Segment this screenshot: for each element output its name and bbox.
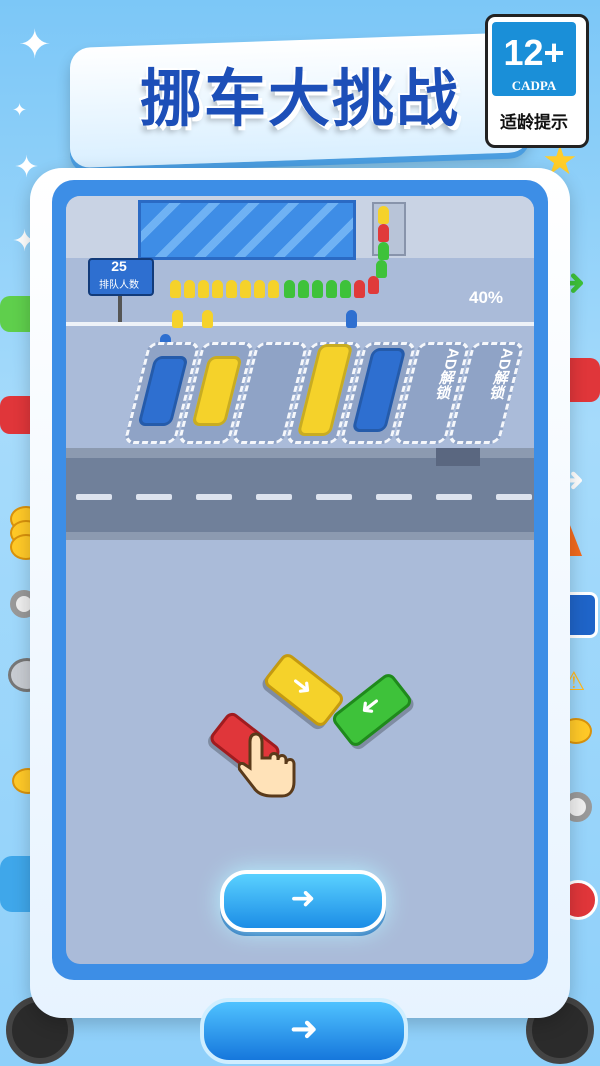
curb-line — [66, 322, 534, 326]
passenger — [198, 280, 209, 298]
pointing-hand-icon — [237, 730, 298, 800]
lane-dash — [376, 494, 412, 500]
lane-dash — [316, 494, 352, 500]
game-title: 挪车大挑战 — [139, 62, 460, 135]
passenger — [170, 280, 181, 298]
passenger — [254, 280, 265, 298]
lane-dash — [496, 494, 532, 500]
lane-dash — [196, 494, 232, 500]
lane-dash — [436, 494, 472, 500]
queue-count: 25 — [111, 258, 127, 274]
lane-dash — [136, 494, 172, 500]
passenger — [284, 280, 295, 298]
sparkle-star-icon: ✦ — [18, 23, 52, 67]
passenger — [368, 276, 379, 294]
passenger — [240, 280, 251, 298]
passenger — [172, 310, 183, 328]
sparkle-star-icon: ✦ — [14, 151, 40, 184]
passenger — [226, 280, 237, 298]
age-rating-org: CADPA — [511, 78, 557, 93]
passenger — [326, 280, 337, 298]
passenger — [268, 280, 279, 298]
sparkle-star-icon: ✦ — [12, 100, 28, 120]
passenger — [376, 260, 387, 278]
passenger — [378, 206, 389, 224]
progress-percent: 40% — [468, 288, 504, 307]
drain-grate — [436, 448, 480, 466]
passenger — [298, 280, 309, 298]
arrow-right-icon: ➜ — [290, 882, 316, 915]
age-rating-number: 12+ — [503, 32, 565, 73]
passenger — [212, 280, 223, 298]
arrow-right-icon: ➜ — [289, 1010, 319, 1048]
passenger — [378, 224, 389, 242]
passenger — [378, 242, 389, 260]
lane-dash — [76, 494, 112, 500]
building-windows — [138, 200, 356, 260]
queue-label: 排队人数 — [99, 280, 139, 291]
lane-dash — [256, 494, 292, 500]
game-board: 25 排队人数 40% AD解锁 AD解锁 ➜ ➜ — [66, 196, 534, 964]
passenger — [202, 310, 213, 328]
road-edge — [66, 532, 534, 540]
passenger — [346, 310, 357, 328]
passenger — [354, 280, 365, 298]
passenger — [184, 280, 195, 298]
age-rating-tip: 适龄提示 — [500, 113, 568, 132]
passenger — [312, 280, 323, 298]
passenger — [340, 280, 351, 298]
